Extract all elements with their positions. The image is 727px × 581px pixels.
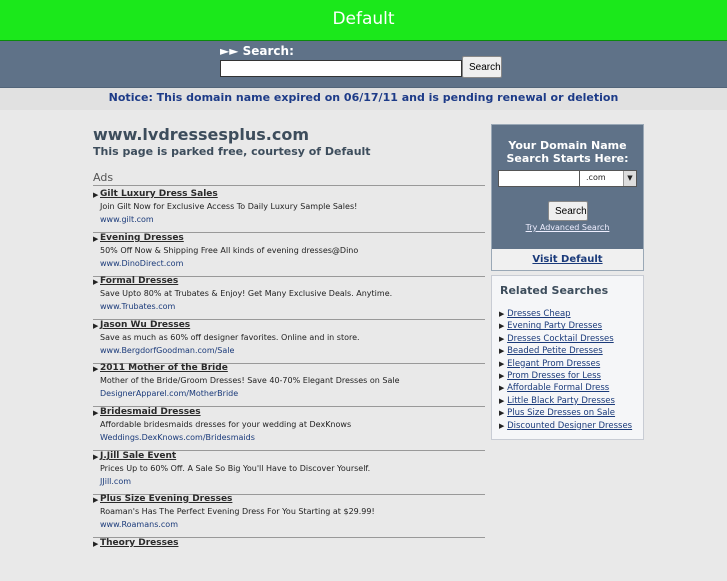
domain-search-heading-line1: Your Domain Name [508,139,627,152]
ad-url-link[interactable]: www.Trubates.com [100,302,175,311]
search-bar: ►► Search: Search [0,41,727,88]
triangle-icon: ▶ [499,396,505,405]
related-searches-list: ▶ Dresses Cheap ▶ Evening Party Dresses … [499,308,632,432]
related-searches-box: Related Searches ▶ Dresses Cheap ▶ Eveni… [491,275,644,440]
related-link[interactable]: Evening Party Dresses [507,321,602,331]
triangle-icon: ▶ [93,235,99,243]
related-link[interactable]: Little Black Party Dresses [507,396,615,406]
ad-url-link[interactable]: www.gilt.com [100,215,154,224]
ad-url-link[interactable]: www.BergdorfGoodman.com/Sale [100,346,234,355]
triangle-icon: ▶ [93,278,99,286]
related-item[interactable]: ▶ Prom Dresses for Less [499,370,632,382]
ad-item: ▶ Theory Dresses [93,538,485,581]
ad-description: Roaman's Has The Perfect Evening Dress F… [100,507,375,516]
advanced-search-link[interactable]: Try Advanced Search [492,223,643,232]
related-searches-heading: Related Searches [500,284,609,297]
ad-title-link[interactable]: Bridesmaid Dresses [100,407,201,417]
ad-description: Save as much as 60% off designer favorit… [100,333,360,342]
ad-description: 50% Off Now & Shipping Free All kinds of… [100,246,359,255]
related-link[interactable]: Beaded Petite Dresses [507,346,603,356]
notice-text: Notice: This domain name expired on 06/1… [108,91,619,104]
triangle-icon: ▶ [499,359,505,368]
notice-bar: Notice: This domain name expired on 06/1… [0,88,727,110]
ad-url-link[interactable]: www.DinoDirect.com [100,259,183,268]
banner-title: Default [332,9,395,29]
domain-search-box: Your Domain Name Search Starts Here: .co… [491,124,644,271]
related-item[interactable]: ▶ Affordable Formal Dress [499,382,632,394]
ad-item: ▶ J.Jill Sale Event Prices Up to 60% Off… [93,451,485,495]
ad-item: ▶ Evening Dresses 50% Off Now & Shipping… [93,233,485,277]
related-item[interactable]: ▶ Elegant Prom Dresses [499,358,632,370]
search-label: ►► Search: [220,44,294,58]
triangle-icon: ▶ [499,384,505,393]
ad-item: ▶ Jason Wu Dresses Save as much as 60% o… [93,320,485,364]
tld-select[interactable]: .com ▼ [579,170,637,187]
ad-title-link[interactable]: Evening Dresses [100,233,184,243]
ad-url-link[interactable]: www.Roamans.com [100,520,178,529]
related-item[interactable]: ▶ Evening Party Dresses [499,320,632,332]
related-item[interactable]: ▶ Beaded Petite Dresses [499,345,632,357]
related-link[interactable]: Dresses Cheap [507,309,570,319]
page-title: www.lvdressesplus.com [93,125,310,144]
ad-description: Prices Up to 60% Off. A Sale So Big You'… [100,464,371,473]
related-link[interactable]: Prom Dresses for Less [507,371,601,381]
triangle-icon: ▶ [499,371,505,380]
search-input[interactable] [220,60,462,77]
ad-description: Join Gilt Now for Exclusive Access To Da… [100,202,358,211]
top-banner: Default [0,0,727,41]
related-link[interactable]: Plus Size Dresses on Sale [507,408,615,418]
triangle-icon: ▶ [499,310,505,318]
ad-item: ▶ Formal Dresses Save Upto 80% at Trubat… [93,276,485,320]
related-item[interactable]: ▶ Dresses Cheap [499,308,632,320]
ad-title-link[interactable]: Jason Wu Dresses [100,320,190,330]
ad-item: ▶ Gilt Luxury Dress Sales Join Gilt Now … [93,189,485,233]
ad-item: ▶ 2011 Mother of the Bride Mother of the… [93,363,485,407]
related-link[interactable]: Affordable Formal Dress [507,383,609,393]
triangle-icon: ▶ [93,453,99,461]
ad-url-link[interactable]: Weddings.DexKnows.com/Bridesmaids [100,433,255,442]
triangle-icon: ▶ [93,496,99,504]
parked-subtitle: This page is parked free, courtesy of De… [93,145,371,158]
ad-description: Save Upto 80% at Trubates & Enjoy! Get M… [100,289,393,298]
search-button[interactable]: Search [462,56,502,78]
triangle-icon: ▶ [499,421,505,430]
related-link[interactable]: Elegant Prom Dresses [507,359,600,369]
ad-url-link[interactable]: DesignerApparel.com/MotherBride [100,389,238,398]
triangle-icon: ▶ [499,334,505,343]
visit-default-link[interactable]: Visit Default [492,249,643,270]
ad-description: Affordable bridesmaids dresses for your … [100,420,352,429]
ad-title-link[interactable]: 2011 Mother of the Bride [100,363,228,373]
ad-title-link[interactable]: Gilt Luxury Dress Sales [100,189,218,199]
ads-heading: Ads [93,171,485,186]
triangle-icon: ▶ [499,347,505,356]
ad-title-link[interactable]: Formal Dresses [100,276,178,286]
triangle-icon: ▶ [499,409,505,418]
related-link[interactable]: Discounted Designer Dresses [507,421,632,431]
ad-url-link[interactable]: JJill.com [100,477,131,486]
ad-item: ▶ Bridesmaid Dresses Affordable bridesma… [93,407,485,451]
related-item[interactable]: ▶ Plus Size Dresses on Sale [499,407,632,419]
domain-search-heading: Your Domain Name Search Starts Here: [492,139,643,165]
ad-title-link[interactable]: Theory Dresses [100,538,178,548]
chevron-down-icon: ▼ [623,171,636,186]
related-item[interactable]: ▶ Dresses Cocktail Dresses [499,333,632,345]
domain-search-button[interactable]: Search [548,201,588,221]
triangle-icon: ▶ [499,322,505,331]
ad-title-link[interactable]: Plus Size Evening Dresses [100,494,232,504]
triangle-icon: ▶ [93,365,99,373]
domain-search-input[interactable] [498,170,580,187]
triangle-icon: ▶ [93,322,99,330]
related-item[interactable]: ▶ Little Black Party Dresses [499,395,632,407]
related-item[interactable]: ▶ Discounted Designer Dresses [499,420,632,432]
related-link[interactable]: Dresses Cocktail Dresses [507,334,614,344]
ad-title-link[interactable]: J.Jill Sale Event [100,451,176,461]
ad-description: Mother of the Bride/Groom Dresses! Save … [100,376,400,385]
triangle-icon: ▶ [93,540,99,548]
tld-value: .com [586,173,606,182]
domain-search-heading-line2: Search Starts Here: [506,152,629,165]
ad-item: ▶ Plus Size Evening Dresses Roaman's Has… [93,494,485,538]
main-content: www.lvdressesplus.com This page is parke… [0,120,727,548]
triangle-icon: ▶ [93,191,99,199]
triangle-icon: ▶ [93,409,99,417]
